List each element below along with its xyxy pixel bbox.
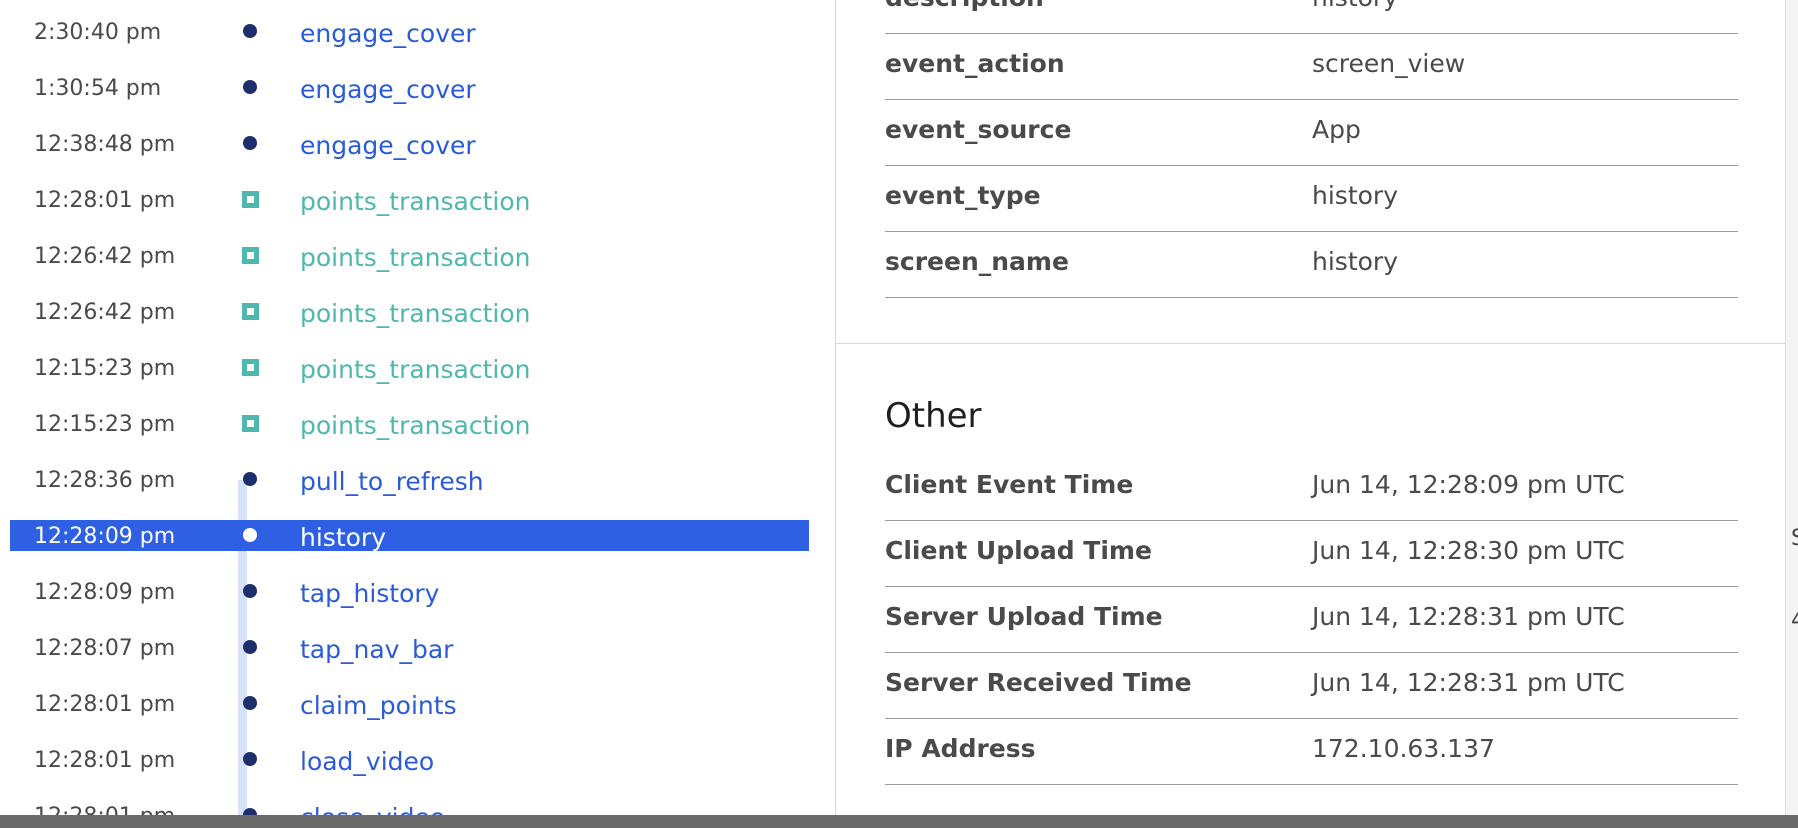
timeline-row[interactable]: 12:15:23 pm points_transaction [10,352,809,384]
dot-marker-icon [243,584,257,598]
dot-marker-icon [243,136,257,150]
timeline-row[interactable]: 12:26:42 pm points_transaction [10,296,809,328]
event-time: 12:28:01 pm [34,188,176,213]
bottom-scrollbar[interactable] [0,815,1798,828]
property-row: Client Event Time Jun 14, 12:28:09 pm UTC [885,454,1738,521]
property-value: Jun 14, 12:28:09 pm UTC [1312,470,1625,499]
event-name-link[interactable]: engage_cover [300,75,476,104]
dot-marker-icon [243,472,257,486]
property-value: history [1312,247,1398,276]
timeline-row[interactable]: 12:26:42 pm points_transaction [10,240,809,272]
property-key: event_type [885,181,1041,210]
property-row: Server Received Time Jun 14, 12:28:31 pm … [885,652,1738,719]
event-time: 1:30:54 pm [34,76,162,101]
timeline-row-selected[interactable]: 12:28:09 pm history [10,520,809,552]
event-time: 12:28:01 pm [34,692,176,717]
property-value: 172.10.63.137 [1312,734,1495,763]
square-marker-icon [242,191,259,208]
right-edge-panel: S 4 [1785,0,1798,815]
event-name-link[interactable]: pull_to_refresh [300,467,484,496]
dot-marker-icon [243,24,257,38]
event-time: 12:38:48 pm [34,132,176,157]
event-time: 12:26:42 pm [34,300,176,325]
event-time: 12:15:23 pm [34,356,176,381]
property-value: screen_view [1312,49,1466,78]
event-time: 12:28:09 pm [34,524,176,549]
edge-glyph: S [1791,526,1798,551]
property-row: description history [885,0,1738,34]
event-name-link[interactable]: points_transaction [300,299,531,328]
square-marker-icon [242,415,259,432]
property-key: IP Address [885,734,1036,763]
dot-marker-icon [243,808,257,815]
property-key: description [885,0,1044,12]
property-row: event_action screen_view [885,33,1738,100]
event-name-link[interactable]: points_transaction [300,187,531,216]
timeline-row[interactable]: 12:15:23 pm points_transaction [10,408,809,440]
timeline-row[interactable]: 2:30:40 pm engage_cover [10,16,809,48]
event-time: 12:15:23 pm [34,412,176,437]
event-time: 2:30:40 pm [34,20,162,45]
event-name-link[interactable]: load_video [300,747,434,776]
timeline-row[interactable]: 1:30:54 pm engage_cover [10,72,809,104]
property-key: Client Upload Time [885,536,1152,565]
event-name-link[interactable]: points_transaction [300,411,531,440]
dot-marker-icon [243,80,257,94]
property-key: Server Upload Time [885,602,1163,631]
property-value: history [1312,181,1398,210]
square-marker-icon [242,303,259,320]
property-row: screen_name history [885,231,1738,298]
timeline-row[interactable]: 12:28:01 pm claim_points [10,688,809,720]
event-time: 12:28:01 pm [34,748,176,773]
timeline-row[interactable]: 12:28:09 pm tap_history [10,576,809,608]
timeline-row[interactable]: 12:28:01 pm close_video [10,800,809,815]
property-value: history [1312,0,1398,12]
event-name-link[interactable]: tap_history [300,579,439,608]
timeline-row[interactable]: 12:38:48 pm engage_cover [10,128,809,160]
property-row: Client Upload Time Jun 14, 12:28:30 pm UT… [885,520,1738,587]
event-name-link[interactable]: close_video [300,803,445,815]
event-name-link[interactable]: claim_points [300,691,457,720]
property-value: App [1312,115,1361,144]
property-row: event_source App [885,99,1738,166]
square-marker-icon [242,247,259,264]
property-row: event_type history [885,165,1738,232]
other-section-title: Other [885,396,982,436]
event-name-link[interactable]: points_transaction [300,243,531,272]
dot-marker-icon [243,528,257,542]
property-key: event_action [885,49,1065,78]
dot-marker-icon [243,752,257,766]
event-time: 12:28:07 pm [34,636,176,661]
property-value: Jun 14, 12:28:30 pm UTC [1312,536,1625,565]
event-timeline: 2:30:40 pm engage_cover 1:30:54 pm engage_c… [0,0,835,815]
event-name-link[interactable]: points_transaction [300,355,531,384]
timeline-row[interactable]: 12:28:07 pm tap_nav_bar [10,632,809,664]
dot-marker-icon [243,640,257,654]
property-key: event_source [885,115,1072,144]
timeline-row[interactable]: 12:28:01 pm points_transaction [10,184,809,216]
event-name-link[interactable]: engage_cover [300,19,476,48]
event-name-link[interactable]: tap_nav_bar [300,635,453,664]
section-divider [836,343,1786,344]
event-details-panel: description history event_action screen_vie… [835,0,1786,815]
event-time: 12:28:09 pm [34,580,176,605]
property-key: Server Received Time [885,668,1192,697]
property-value: Jun 14, 12:28:31 pm UTC [1312,602,1625,631]
property-row: Server Upload Time Jun 14, 12:28:31 pm UT… [885,586,1738,653]
timeline-row[interactable]: 12:28:01 pm load_video [10,744,809,776]
square-marker-icon [242,359,259,376]
property-row: IP Address 172.10.63.137 [885,718,1738,785]
timeline-row[interactable]: 12:28:36 pm pull_to_refresh [10,464,809,496]
event-time: 12:28:36 pm [34,468,176,493]
property-key: screen_name [885,247,1069,276]
event-time: 12:28:01 pm [34,804,175,815]
edge-glyph: 4 [1791,608,1798,633]
event-time: 12:26:42 pm [34,244,176,269]
property-value: Jun 14, 12:28:31 pm UTC [1312,668,1625,697]
event-name-link[interactable]: history [300,523,386,552]
property-key: Client Event Time [885,470,1134,499]
dot-marker-icon [243,696,257,710]
event-name-link[interactable]: engage_cover [300,131,476,160]
